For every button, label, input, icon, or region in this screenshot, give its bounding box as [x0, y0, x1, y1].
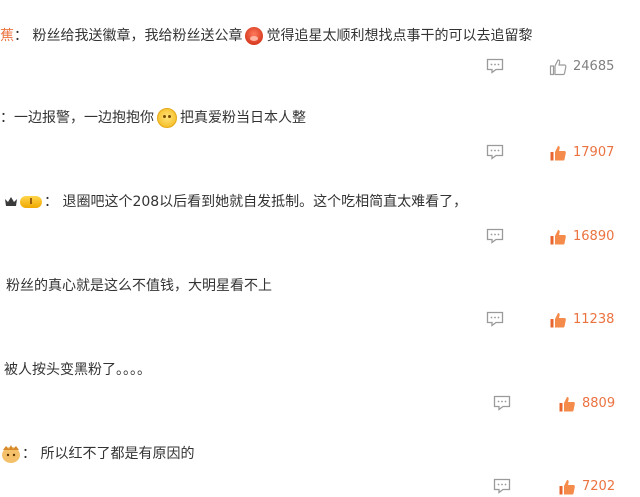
like-button[interactable]: 17907	[549, 144, 614, 162]
reply-button[interactable]	[486, 58, 504, 74]
comment-item: ：一边报警，一边抱抱你 把真爱粉当日本人整 17907	[0, 82, 640, 172]
comment-text-part: ： 退圈吧这个208以后看到她就自发抵制。这个吃相简直太难看了，	[44, 194, 468, 210]
thumbs-up-icon	[559, 480, 575, 495]
comment-item: ： 所以红不了都是有原因的 7202	[0, 420, 640, 497]
comment-text: 被人按头变黑粉了。。。。	[4, 360, 151, 380]
comment-text-part: 粉丝的真心就是这么不值钱，大明星看不上	[6, 278, 272, 294]
reply-button[interactable]	[493, 395, 511, 411]
thumbs-up-icon	[550, 313, 566, 328]
like-count: 17907	[573, 145, 615, 160]
thumbs-up-icon	[559, 397, 575, 412]
like-count: 24685	[573, 59, 615, 74]
avatar-badge-icon	[2, 445, 20, 463]
crown-icon	[5, 197, 17, 206]
reply-icon	[493, 478, 511, 494]
comment-text-part: ：一边报警，一边抱抱你	[0, 110, 154, 126]
comment-item: 被人按头变黑粉了。。。。 8809	[0, 336, 640, 420]
like-count: 7202	[582, 479, 616, 494]
reply-button[interactable]	[493, 478, 511, 494]
comment-text-part: ： 粉丝给我送徽章，我给粉丝送公章	[14, 28, 243, 44]
comment-text: ： 退圈吧这个208以后看到她就自发抵制。这个吃相简直太难看了，	[44, 192, 467, 212]
like-button[interactable]: 24685	[549, 58, 614, 76]
reply-icon	[486, 228, 504, 244]
reply-button[interactable]	[486, 311, 504, 327]
reply-button[interactable]	[486, 228, 504, 244]
member-badge: I	[4, 196, 42, 208]
comment-item: 粉丝的真心就是这么不值钱，大明星看不上 11238	[0, 254, 640, 336]
pig-emoji-icon	[245, 27, 264, 45]
comment-text: ： 所以红不了都是有原因的	[22, 444, 194, 464]
like-button[interactable]: 11238	[549, 311, 614, 329]
like-count: 8809	[582, 396, 616, 411]
like-button[interactable]: 7202	[558, 478, 615, 496]
comment-text: 蕉 ： 粉丝给我送徽章，我给粉丝送公章 觉得追星太顺利想找点事干的可以去追留黎	[0, 26, 532, 46]
like-count: 11238	[573, 312, 615, 327]
comment-text-part: 把真爱粉当日本人整	[180, 110, 306, 126]
thumbs-up-icon	[549, 59, 567, 76]
comment-text-part: 被人按头变黑粉了。。。。	[4, 362, 151, 378]
like-count: 16890	[573, 229, 615, 244]
level-badge: I	[20, 196, 42, 208]
comment-item: 蕉 ： 粉丝给我送徽章，我给粉丝送公章 觉得追星太顺利想找点事干的可以去追留黎 …	[0, 0, 640, 82]
commenter-name-fragment[interactable]: 蕉	[0, 26, 14, 46]
thumbs-up-icon	[550, 230, 566, 245]
reply-icon	[486, 311, 504, 327]
comment-text-part: ： 所以红不了都是有原因的	[22, 446, 195, 462]
reply-icon	[493, 395, 511, 411]
hug-emoji-icon	[157, 108, 177, 128]
comment-text-part: 觉得追星太顺利想找点事干的可以去追留黎	[266, 28, 533, 44]
like-button[interactable]: 16890	[549, 228, 614, 246]
comment-text: ：一边报警，一边抱抱你 把真爱粉当日本人整	[0, 108, 306, 128]
reply-icon	[486, 58, 504, 74]
reply-button[interactable]	[486, 144, 504, 160]
like-button[interactable]: 8809	[558, 395, 615, 413]
thumbs-up-icon	[550, 146, 566, 161]
comment-text: 粉丝的真心就是这么不值钱，大明星看不上	[6, 276, 272, 296]
reply-icon	[486, 144, 504, 160]
comment-item: I ： 退圈吧这个208以后看到她就自发抵制。这个吃相简直太难看了， 16890	[0, 172, 640, 254]
